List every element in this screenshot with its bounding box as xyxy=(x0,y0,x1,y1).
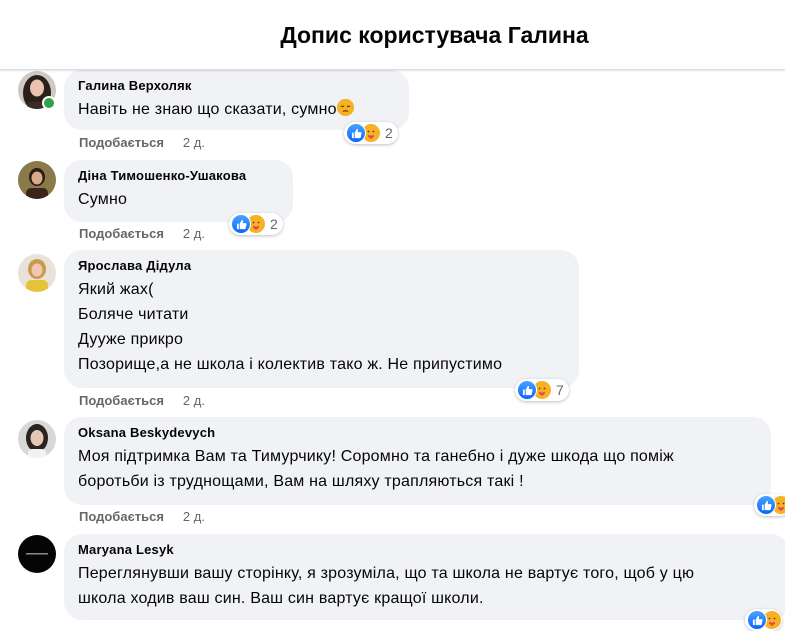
comment-text: Сумно xyxy=(78,187,279,212)
avatar[interactable] xyxy=(18,254,56,292)
comment-bubble: Maryana Lesyk Переглянувши вашу сторінку… xyxy=(64,534,785,620)
comment-timestamp[interactable]: 2 д. xyxy=(183,509,205,524)
reaction-count: 7 xyxy=(556,382,564,398)
comment-author[interactable]: Галина Верхоляк xyxy=(78,78,395,93)
comment-timestamp[interactable]: 2 д. xyxy=(183,226,205,241)
comment-author[interactable]: Maryana Lesyk xyxy=(78,542,775,557)
comment-line: Переглянувши вашу сторінку, я зрозуміла,… xyxy=(78,565,695,582)
comment-timestamp[interactable]: 2 д. xyxy=(183,393,205,408)
comment-bubble: Oksana Beskydevych Моя підтримка Вам та … xyxy=(64,417,771,505)
comment-text: Переглянувши вашу сторінку, я зрозуміла,… xyxy=(78,561,775,611)
reaction-summary[interactable]: 2 xyxy=(344,122,398,144)
comment-line: Який жах( xyxy=(78,281,154,298)
avatar[interactable] xyxy=(18,420,56,458)
reaction-summary[interactable] xyxy=(745,609,782,631)
comment-text: Навіть не знаю що сказати, сумно xyxy=(78,97,395,122)
like-reaction-icon xyxy=(517,380,537,400)
comment-line: школа ходив ваш син. Ваш син вартує кращ… xyxy=(78,590,484,607)
comment-bubble: Ярослава Дідула Який жах( Боляче читати … xyxy=(64,250,579,388)
like-button[interactable]: Подобається xyxy=(79,393,164,408)
comment-line: Моя підтримка Вам та Тимурчику! Соромно … xyxy=(78,448,674,465)
comment-line: Сумно xyxy=(78,191,128,208)
avatar[interactable] xyxy=(18,535,56,573)
pensive-face-icon xyxy=(336,99,354,116)
comment-author[interactable]: Діна Тимошенко-Ушакова xyxy=(78,168,279,183)
comment-line: Позорище,а не школа і колектив тако ж. Н… xyxy=(78,356,503,373)
reaction-count: 2 xyxy=(385,125,393,141)
comment-author[interactable]: Oksana Beskydevych xyxy=(78,425,757,440)
avatar[interactable] xyxy=(18,161,56,199)
online-status-dot xyxy=(42,96,56,110)
comment-actions: Подобається 2 д. xyxy=(79,226,205,241)
reaction-summary[interactable] xyxy=(754,494,785,516)
like-reaction-icon xyxy=(231,214,251,234)
reaction-summary[interactable]: 7 xyxy=(515,379,569,401)
comment-actions: Подобається 2 д. xyxy=(79,509,205,524)
comment-text: Який жах( Боляче читати Дууже прикро Поз… xyxy=(78,277,565,377)
comment-text: Моя підтримка Вам та Тимурчику! Соромно … xyxy=(78,444,757,494)
comment-line: Дууже прикро xyxy=(78,331,184,348)
comment-author[interactable]: Ярослава Дідула xyxy=(78,258,565,273)
like-button[interactable]: Подобається xyxy=(79,135,164,150)
comment-timestamp[interactable]: 2 д. xyxy=(183,135,205,150)
comment-actions: Подобається 2 д. xyxy=(79,393,205,408)
like-button[interactable]: Подобається xyxy=(79,509,164,524)
comment-line: боротьби із труднощами, Вам на шляху тра… xyxy=(78,473,524,490)
comment-bubble: Галина Верхоляк Навіть не знаю що сказат… xyxy=(64,70,409,130)
comment-line: Боляче читати xyxy=(78,306,189,323)
post-header: Допис користувача Галина xyxy=(0,0,785,70)
like-reaction-icon xyxy=(756,495,776,515)
like-reaction-icon xyxy=(747,610,767,630)
page-title: Допис користувача Галина xyxy=(280,22,589,48)
like-button[interactable]: Подобається xyxy=(79,226,164,241)
comment-actions: Подобається 2 д. xyxy=(79,135,205,150)
like-reaction-icon xyxy=(346,123,366,143)
reaction-summary[interactable]: 2 xyxy=(229,213,283,235)
reaction-count: 2 xyxy=(270,216,278,232)
comment-line: Навіть не знаю що сказати, сумно xyxy=(78,101,337,118)
